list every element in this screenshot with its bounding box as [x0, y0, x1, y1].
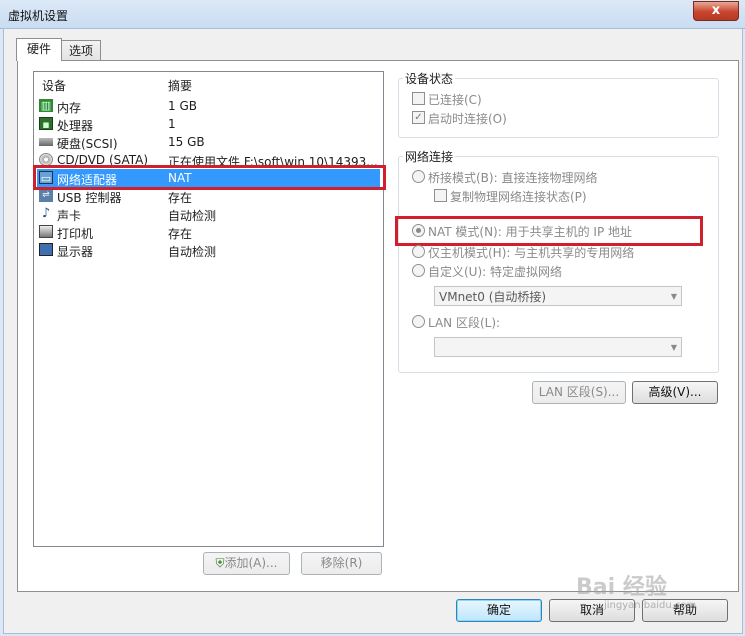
device-name: 打印机	[57, 227, 94, 241]
device-row-network-adapter[interactable]: ▭ 网络适配器 NAT	[37, 169, 380, 187]
add-button-label: 添加(A)...	[224, 556, 278, 570]
display-icon	[39, 243, 53, 256]
custom-network-select[interactable]: VMnet0 (自动桥接) ▼	[434, 286, 682, 306]
device-name: 显示器	[57, 245, 94, 259]
device-name: 网络适配器	[57, 173, 118, 187]
network-connection-title: 网络连接	[403, 148, 456, 165]
device-summary: 自动检测	[168, 209, 217, 223]
network-adapter-icon: ▭	[39, 171, 53, 185]
device-list[interactable]: 设备 摘要 ▥ 内存 1 GB ▪ 处理器 1 硬盘(SCSI) 15 GB C…	[33, 71, 384, 547]
tab-hardware[interactable]: 硬件	[16, 38, 62, 61]
device-row-hard-disk[interactable]: 硬盘(SCSI) 15 GB	[37, 133, 380, 151]
lan-segments-label: LAN 区段(S)...	[538, 385, 620, 399]
lan-segment-select[interactable]: ▼	[434, 337, 682, 357]
device-row-sound-card[interactable]: ♪ 声卡 自动检测	[37, 205, 380, 223]
nat-label: NAT 模式(N): 用于共享主机的 IP 地址	[428, 225, 633, 239]
device-name: CD/DVD (SATA)	[57, 153, 149, 167]
bridged-label: 桥接模式(B): 直接连接物理网络	[428, 171, 598, 185]
lan-segment-label: LAN 区段(L):	[428, 316, 501, 330]
cancel-label: 取消	[579, 603, 604, 617]
device-row-usb[interactable]: ⇌ USB 控制器 存在	[37, 187, 380, 205]
window-title: 虚拟机设置	[8, 9, 69, 23]
column-device[interactable]: 设备	[42, 77, 66, 94]
device-summary: 1 GB	[168, 99, 197, 113]
title-bar: 虚拟机设置 x	[0, 0, 745, 29]
tab-options-label: 选项	[68, 44, 93, 58]
usb-icon: ⇌	[39, 189, 53, 202]
replicate-state-checkbox[interactable]	[434, 189, 447, 202]
custom-network-value: VMnet0 (自动桥接)	[439, 290, 547, 304]
device-row-processor[interactable]: ▪ 处理器 1	[37, 115, 380, 133]
bridged-radio[interactable]	[412, 170, 425, 183]
dialog-client: 硬件 选项 设备 摘要 ▥ 内存 1 GB ▪ 处理器 1 硬盘(SCSI) 1…	[3, 28, 743, 634]
sound-card-icon: ♪	[41, 206, 51, 221]
device-summary: 存在	[168, 191, 193, 205]
device-list-header: 设备 摘要	[34, 72, 383, 93]
processor-icon: ▪	[39, 117, 53, 131]
advanced-label: 高级(V)...	[648, 385, 702, 399]
ok-label: 确定	[486, 603, 511, 617]
host-only-label: 仅主机模式(H): 与主机共享的专用网络	[428, 246, 635, 260]
lan-segments-button[interactable]: LAN 区段(S)...	[532, 381, 626, 404]
hardware-panel: 设备 摘要 ▥ 内存 1 GB ▪ 处理器 1 硬盘(SCSI) 15 GB C…	[17, 60, 739, 592]
tab-options[interactable]: 选项	[61, 40, 101, 61]
device-summary: 正在使用文件 F:\soft\win 10\14393...	[168, 155, 378, 169]
device-row-memory[interactable]: ▥ 内存 1 GB	[37, 97, 380, 115]
advanced-button[interactable]: 高级(V)...	[632, 381, 718, 404]
device-row-cd-dvd[interactable]: CD/DVD (SATA) 正在使用文件 F:\soft\win 10\1439…	[37, 151, 380, 169]
close-icon: x	[711, 3, 721, 18]
device-summary: 15 GB	[168, 135, 205, 149]
device-status-group	[398, 78, 719, 138]
nat-radio[interactable]	[412, 224, 425, 237]
close-button[interactable]: x	[693, 1, 739, 21]
chevron-down-icon: ▼	[670, 292, 677, 301]
device-name: 处理器	[57, 119, 94, 133]
remove-button-label: 移除(R)	[320, 556, 363, 570]
device-summary: 自动检测	[168, 245, 217, 259]
add-button[interactable]: ⛨添加(A)...	[203, 552, 290, 575]
ok-button[interactable]: 确定	[456, 599, 542, 622]
memory-icon: ▥	[39, 99, 53, 112]
column-summary[interactable]: 摘要	[168, 77, 192, 94]
device-row-printer[interactable]: 打印机 存在	[37, 223, 380, 241]
device-name: USB 控制器	[57, 191, 122, 205]
host-only-radio[interactable]	[412, 245, 425, 258]
tab-hardware-label: 硬件	[26, 42, 51, 56]
device-row-display[interactable]: 显示器 自动检测	[37, 241, 380, 259]
cd-dvd-icon	[39, 153, 53, 166]
device-name: 硬盘(SCSI)	[57, 137, 118, 151]
connected-label: 已连接(C)	[428, 93, 482, 107]
connect-on-power-on-checkbox[interactable]: ✓	[412, 111, 425, 124]
device-summary: 存在	[168, 227, 193, 241]
connected-checkbox[interactable]	[412, 92, 425, 105]
custom-label: 自定义(U): 特定虚拟网络	[428, 265, 563, 279]
lan-segment-radio[interactable]	[412, 315, 425, 328]
device-status-title: 设备状态	[403, 70, 456, 87]
custom-radio[interactable]	[412, 264, 425, 277]
hard-disk-icon	[39, 138, 53, 146]
remove-button[interactable]: 移除(R)	[301, 552, 382, 575]
device-summary: NAT	[168, 171, 192, 185]
printer-icon	[39, 225, 53, 238]
watermark-url: jingyan.baidu.com	[604, 600, 697, 611]
device-name: 声卡	[57, 209, 82, 223]
baidu-jingyan-watermark: Bai 经验	[576, 575, 667, 600]
chevron-down-icon: ▼	[670, 343, 677, 352]
device-name: 内存	[57, 101, 82, 115]
connect-on-power-on-label: 启动时连接(O)	[428, 112, 507, 126]
device-summary: 1	[168, 117, 176, 131]
replicate-state-label: 复制物理网络连接状态(P)	[450, 190, 587, 204]
